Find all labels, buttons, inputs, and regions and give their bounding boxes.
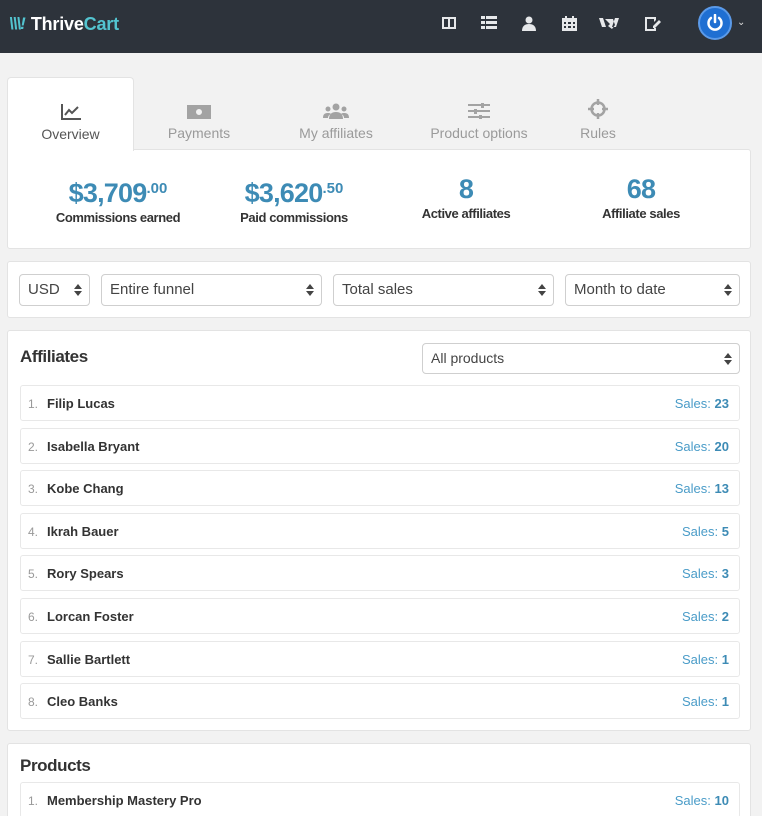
tab-my-affiliates[interactable]: My affiliates [278, 77, 394, 150]
top-navbar: \\\! ThriveCart ⌄ [0, 0, 762, 53]
currency-select[interactable]: USD [19, 274, 90, 306]
logo-text: ThriveCart [30, 13, 119, 34]
sales-count: Sales: 10 [674, 793, 729, 808]
rank-number: 1. [28, 794, 39, 808]
affiliates-title: Affiliates [20, 347, 88, 366]
chevron-down-icon[interactable]: ⌄ [737, 17, 745, 28]
row-name: Isabella Bryant [47, 438, 140, 454]
row-name: Membership Mastery Pro [47, 793, 202, 808]
products-panel: Products 1. Membership Mastery Pro Sales: … [7, 743, 751, 816]
tab-label: Payments [167, 125, 231, 141]
rank-number: 4. [28, 524, 39, 539]
funnel-select[interactable]: Entire funnel [101, 274, 322, 306]
metric-select[interactable]: Total sales [333, 274, 554, 306]
tab-product-options[interactable]: Product options [415, 77, 543, 150]
sliders-icon [415, 91, 543, 119]
chart-icon [8, 92, 133, 120]
row-name: Lorcan Foster [47, 609, 134, 624]
stat-paid-commissions: $3,620.50 Paid commissions [240, 178, 348, 225]
tab-label: Rules [580, 125, 616, 141]
sales-count: Sales: 20 [674, 438, 729, 454]
row-name: Filip Lucas [47, 396, 115, 411]
rank-number: 5. [28, 567, 39, 582]
sales-count: Sales: 13 [674, 481, 729, 497]
select-arrows-icon [538, 284, 546, 296]
tab-payments[interactable]: Payments [134, 77, 264, 150]
dashboard-icon[interactable] [438, 12, 460, 34]
users-icon [278, 91, 394, 119]
sales-count: Sales: 2 [682, 609, 729, 624]
stat-affiliate-sales: 68 Affiliate sales [602, 174, 680, 221]
thrivecart-logo[interactable]: \\\! ThriveCart [9, 13, 119, 35]
row-name: Ikrah Bauer [47, 523, 119, 539]
tab-rules[interactable]: Rules [563, 77, 633, 150]
tab-overview[interactable]: Overview [7, 77, 134, 151]
rank-number: 3. [28, 482, 39, 497]
list-item[interactable]: 2. Isabella Bryant Sales: 20 [20, 427, 740, 464]
tab-label: My affiliates [299, 125, 373, 141]
sales-count: Sales: 1 [682, 694, 729, 710]
stats-summary: $3,709.00 Commissions earned $3,620.50 P… [7, 149, 751, 249]
tab-label: Overview [41, 126, 100, 142]
list-item[interactable]: 5. Rory Spears Sales: 3 [20, 555, 740, 592]
user-icon[interactable] [518, 12, 540, 34]
products-title: Products [20, 756, 91, 775]
handshake-icon[interactable] [598, 12, 620, 34]
rank-number: 1. [28, 397, 39, 411]
row-name: Rory Spears [47, 566, 124, 582]
overview-section: Overview Payments My affiliates Product … [7, 77, 751, 249]
row-name: Cleo Banks [47, 694, 118, 710]
affiliates-panel: Affiliates All products 1. Filip Lucas Sal… [7, 330, 751, 731]
select-arrows-icon [74, 284, 82, 296]
sales-count: Sales: 1 [682, 651, 729, 667]
select-arrows-icon [724, 284, 732, 296]
rank-number: 2. [28, 439, 39, 454]
power-icon[interactable] [698, 6, 732, 40]
list-item[interactable]: 3. Kobe Chang Sales: 13 [20, 470, 740, 507]
rank-number: 8. [28, 695, 39, 710]
filters-bar: USD Entire funnel Total sales Month to d… [7, 261, 751, 318]
list-item[interactable]: 7. Sallie Bartlett Sales: 1 [20, 640, 740, 677]
edit-icon[interactable] [642, 12, 664, 34]
select-arrows-icon [306, 284, 314, 296]
select-arrows-icon [724, 353, 732, 365]
list-item[interactable]: 6. Lorcan Foster Sales: 2 [20, 598, 740, 634]
crosshair-icon [563, 91, 633, 119]
list-item[interactable]: 1. Membership Mastery Pro Sales: 10 [20, 782, 740, 816]
row-name: Sallie Bartlett [47, 651, 131, 667]
sales-count: Sales: 3 [682, 566, 729, 582]
calendar-icon[interactable] [558, 12, 580, 34]
sales-count: Sales: 5 [682, 523, 729, 539]
list-item[interactable]: 1. Filip Lucas Sales: 23 [20, 385, 740, 421]
period-select[interactable]: Month to date [565, 274, 740, 306]
tab-label: Product options [430, 125, 528, 141]
rank-number: 7. [28, 652, 39, 667]
list-item[interactable]: 4. Ikrah Bauer Sales: 5 [20, 512, 740, 549]
sales-count: Sales: 23 [674, 396, 729, 411]
stat-commissions-earned: $3,709.00 Commissions earned [55, 178, 181, 225]
product-filter-select[interactable]: All products [422, 343, 740, 374]
rank-number: 6. [28, 610, 39, 624]
stat-active-affiliates: 8 Active affiliates [421, 174, 511, 221]
money-icon [134, 91, 264, 119]
logo-mark-icon: \\\! [9, 14, 26, 33]
list-icon[interactable] [478, 12, 500, 34]
row-name: Kobe Chang [47, 481, 124, 497]
list-item[interactable]: 8. Cleo Banks Sales: 1 [20, 683, 740, 720]
